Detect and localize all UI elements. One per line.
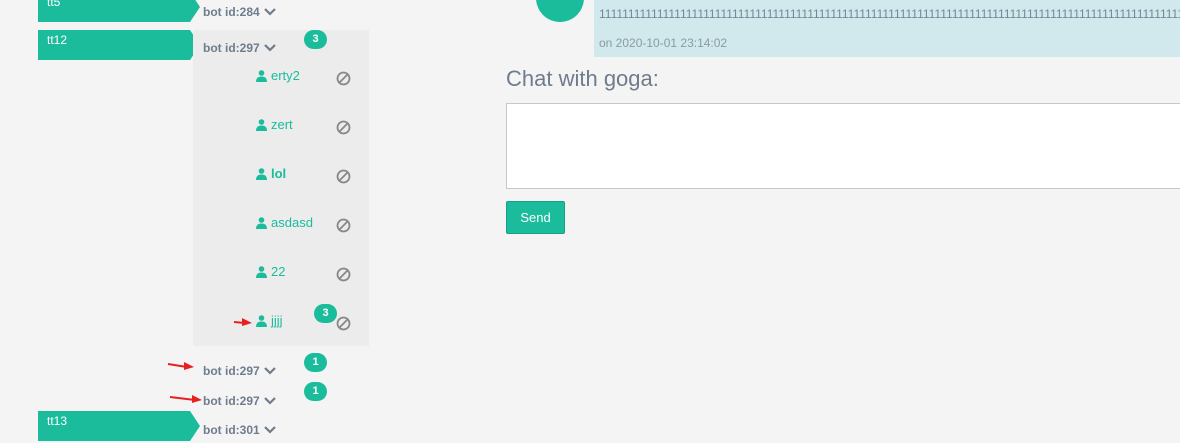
block-user-icon[interactable] (336, 169, 351, 184)
user-icon (256, 118, 267, 131)
avatar (536, 0, 584, 22)
block-user-icon[interactable] (336, 71, 351, 86)
user-icon (256, 314, 267, 327)
chevron-down-icon (263, 367, 276, 375)
user-icon (256, 167, 267, 180)
user-item-asdasd[interactable]: asdasd (256, 215, 313, 230)
user-item-erty2[interactable]: erty2 (256, 68, 300, 83)
unread-badge: 1 (304, 353, 327, 372)
user-item-jjjj[interactable]: jjjj (256, 313, 283, 328)
group-tag-tt13[interactable]: tt13 (38, 411, 200, 441)
chat-title: Chat with goga: (506, 66, 659, 91)
bot-label: bot id:301 (203, 423, 260, 437)
user-name: erty2 (271, 68, 300, 83)
bot-toggle-284[interactable]: bot id:284 (203, 5, 276, 19)
chat-input[interactable] (506, 103, 1180, 189)
user-icon (256, 69, 267, 82)
unread-badge: 3 (314, 304, 337, 323)
bot-toggle-301[interactable]: bot id:301 (203, 423, 276, 437)
unread-badge: 3 (304, 30, 327, 49)
user-item-lol[interactable]: lol (256, 166, 286, 181)
group-tag-tt5[interactable]: tt5 (38, 0, 200, 22)
bot-label: bot id:297 (203, 364, 260, 378)
chevron-down-icon (263, 426, 276, 434)
chevron-down-icon (263, 397, 276, 405)
bot-toggle-297-extra[interactable]: bot id:297 (203, 364, 276, 378)
user-icon (256, 265, 267, 278)
group-tag-tt12[interactable]: tt12 (38, 30, 200, 60)
chevron-down-icon (263, 44, 276, 52)
user-icon (256, 216, 267, 229)
block-user-icon[interactable] (336, 316, 351, 331)
user-item-22[interactable]: 22 (256, 264, 285, 279)
bot-label: bot id:297 (203, 394, 260, 408)
user-name: lol (271, 166, 287, 181)
bot-label: bot id:297 (203, 41, 260, 55)
group-tag-label: tt13 (47, 414, 68, 428)
message-text: 1111111111111111111111111111111111111111… (599, 7, 1180, 21)
user-name: zert (271, 117, 293, 132)
block-user-icon[interactable] (336, 267, 351, 282)
user-name: 22 (271, 264, 286, 279)
group-tag-label: tt5 (47, 0, 61, 9)
bot-toggle-297[interactable]: bot id:297 (203, 41, 276, 55)
user-item-zert[interactable]: zert (256, 117, 293, 132)
bot-label: bot id:284 (203, 5, 260, 19)
unread-badge: 1 (304, 382, 327, 401)
user-name: jjjj (271, 313, 283, 328)
block-user-icon[interactable] (336, 120, 351, 135)
red-arrow-icon (169, 395, 202, 403)
block-user-icon[interactable] (336, 218, 351, 233)
bot-toggle-297-extra[interactable]: bot id:297 (203, 394, 276, 408)
chevron-down-icon (263, 8, 276, 16)
message-timestamp: on 2020-10-01 23:14:02 (599, 36, 728, 50)
send-button[interactable]: Send (506, 201, 565, 234)
red-arrow-icon (167, 362, 194, 370)
group-tag-label: tt12 (47, 33, 68, 47)
user-name: asdasd (271, 215, 313, 230)
red-arrow-icon (233, 318, 252, 326)
